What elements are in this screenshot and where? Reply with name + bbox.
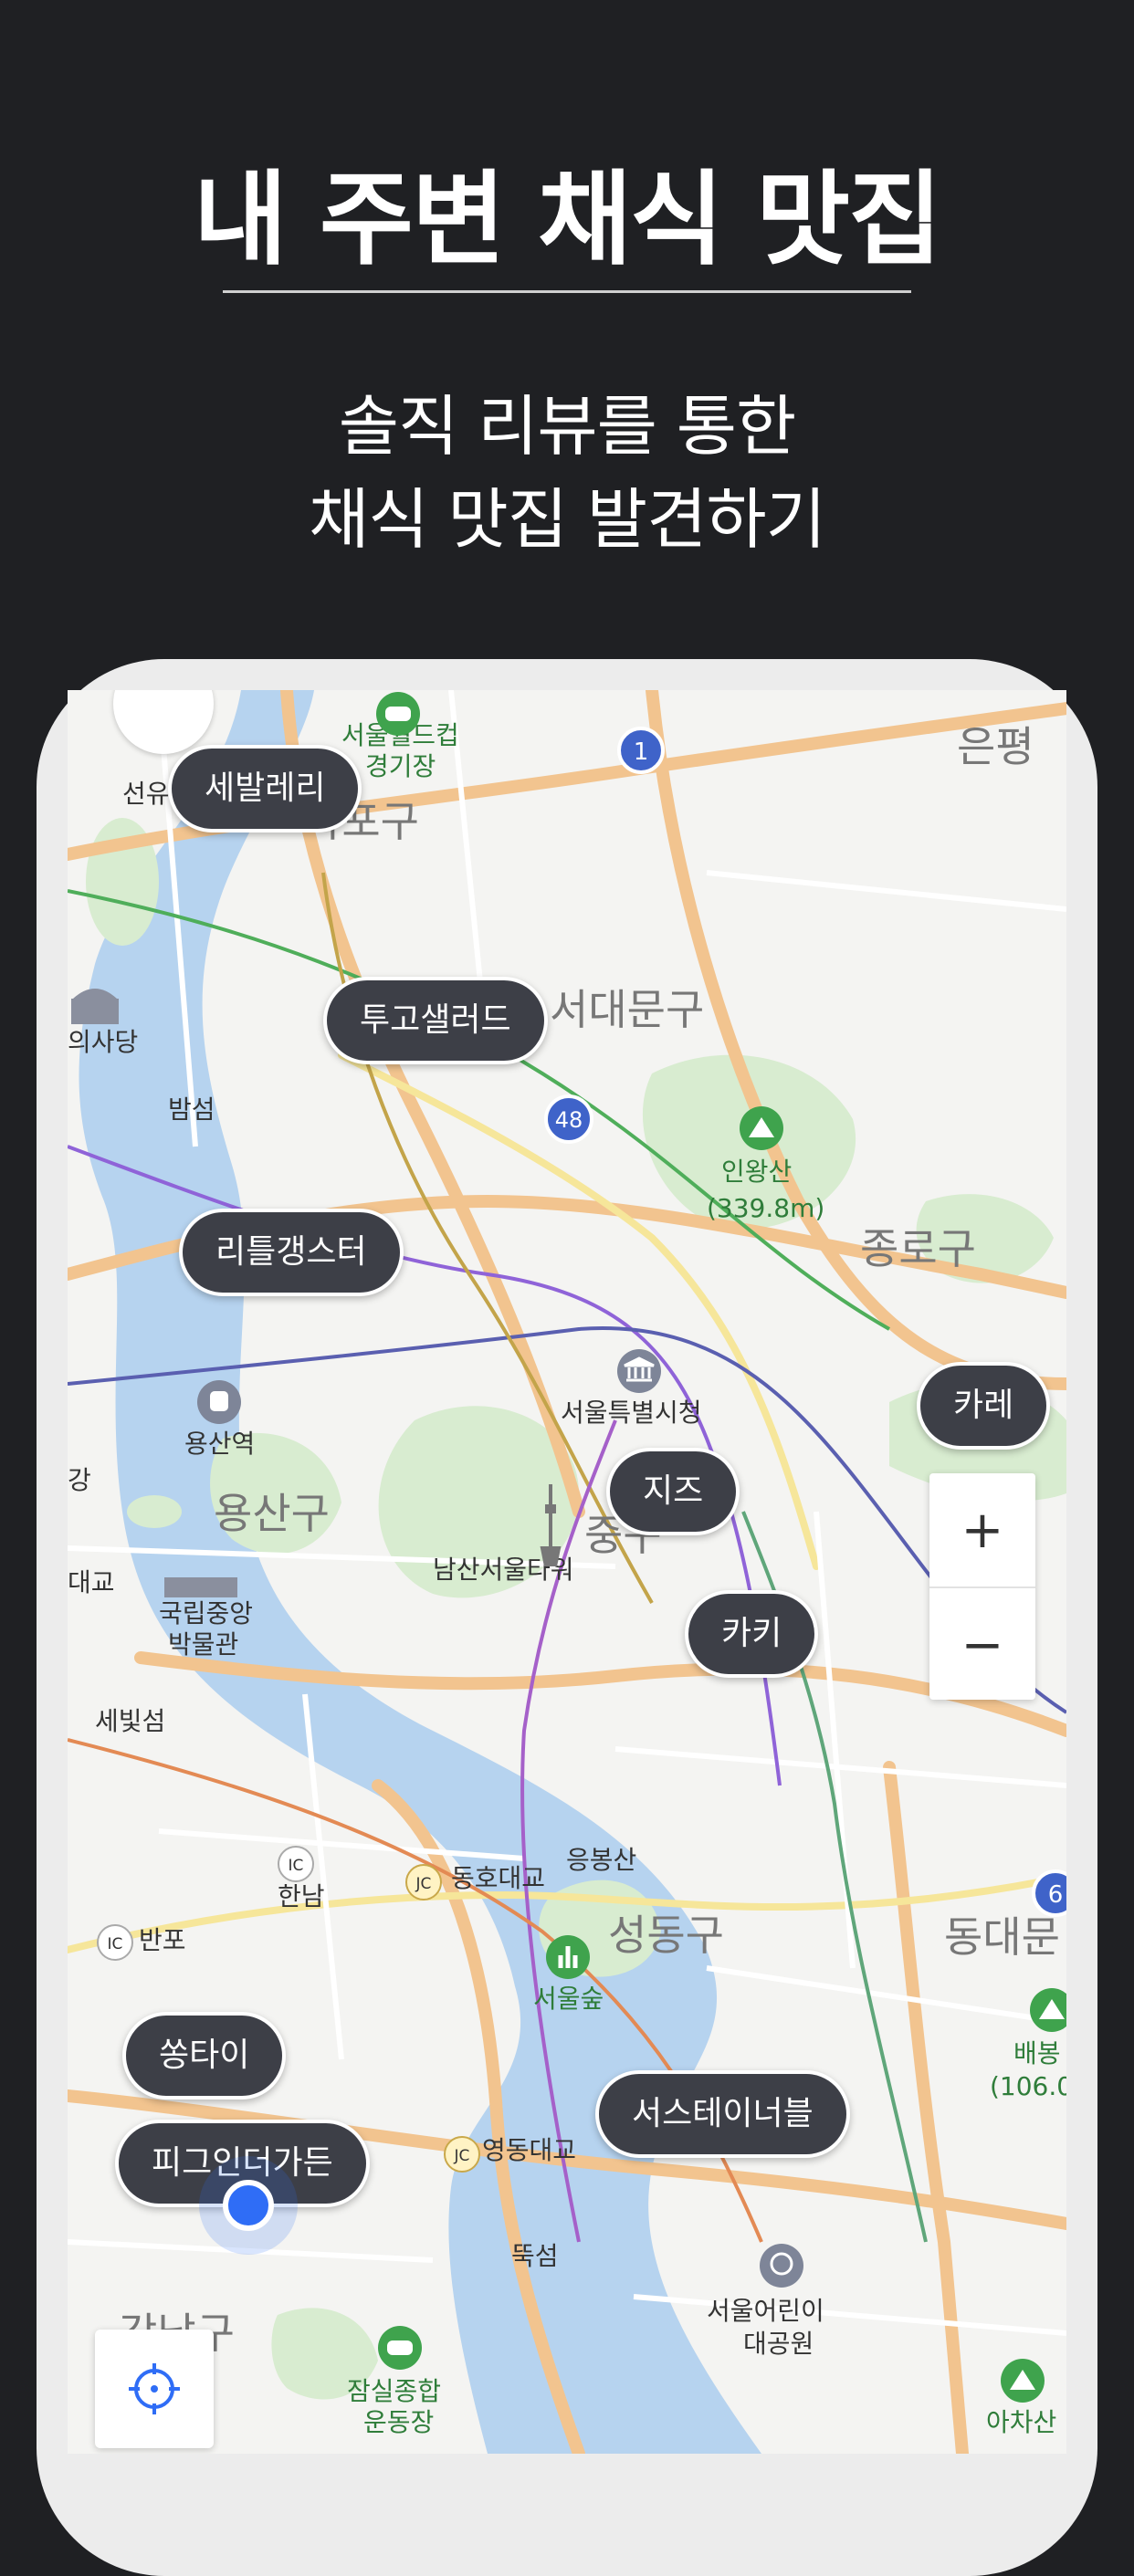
promo-subtitle-line2: 채식 맛집 발견하기 <box>309 481 826 558</box>
train-station-icon <box>197 1380 241 1424</box>
svg-text:6: 6 <box>1048 1881 1064 1909</box>
place-label: 한남 <box>278 1881 325 1911</box>
zoom-in-button[interactable]: + <box>929 1473 1035 1586</box>
park-icon <box>546 1935 590 1979</box>
building-icon <box>71 989 119 1024</box>
place-label: 잠실종합 <box>347 2376 442 2406</box>
place-label: 박물관 <box>168 1629 239 1660</box>
restaurant-pin[interactable]: 리틀갱스터 <box>179 1209 404 1296</box>
place-label: 밤섬 <box>168 1094 215 1125</box>
museum-icon <box>164 1577 237 1597</box>
mountain-icon <box>740 1106 783 1150</box>
stadium-icon <box>376 692 420 736</box>
district-label: 서대문구 <box>550 985 705 1034</box>
place-label: 운동장 <box>363 2407 435 2437</box>
promo-subtitle-line1: 솔직 리뷰를 통한 <box>338 388 796 465</box>
svg-text:JC: JC <box>454 2147 470 2165</box>
place-label: 서울숲 <box>533 1984 604 2014</box>
place-label: 의사당 <box>68 1027 139 1057</box>
crosshair-icon <box>129 2363 180 2414</box>
interchange-icon: JC <box>444 2136 480 2173</box>
restaurant-pin[interactable]: 지즈 <box>606 1448 740 1535</box>
locate-me-button[interactable] <box>95 2330 214 2448</box>
interchange-icon: JC <box>405 1864 442 1901</box>
amusement-park-icon <box>760 2244 803 2288</box>
place-label: 세빛섬 <box>95 1706 166 1736</box>
place-label: (106.0 <box>990 2071 1066 2101</box>
title-divider <box>223 290 911 293</box>
place-label: 동호대교 <box>451 1863 546 1893</box>
restaurant-pin[interactable]: 투고샐러드 <box>323 977 548 1064</box>
place-label: 대교 <box>68 1567 115 1597</box>
place-label: 영동대교 <box>482 2135 577 2165</box>
district-label: 종로구 <box>860 1224 976 1273</box>
road-badge-icon: 48 <box>544 1094 593 1144</box>
place-label: (339.8m) <box>707 1193 825 1223</box>
place-label: 반포 <box>139 1925 186 1955</box>
map-view[interactable]: 서대문구 종로구 용산구 중구 성동구 강남구 동대문 은평 마포구 서울월드컵… <box>68 690 1066 2454</box>
place-label: 배봉 <box>1013 2038 1061 2068</box>
mountain-icon <box>1001 2359 1045 2403</box>
zoom-out-button[interactable]: − <box>929 1586 1035 1702</box>
place-label: 대공원 <box>743 2329 814 2359</box>
promo-title: 내 주변 채식 맛집 <box>193 161 942 279</box>
restaurant-pin[interactable]: 카키 <box>685 1590 819 1678</box>
interchange-icon: IC <box>278 1846 314 1882</box>
stadium-icon <box>378 2326 422 2370</box>
tower-icon <box>540 1484 562 1566</box>
place-label: 선유 <box>122 779 170 809</box>
district-label: 은평 <box>957 722 1034 771</box>
interchange-icon: IC <box>97 1924 133 1961</box>
place-label: 경기장 <box>365 751 436 781</box>
place-label: 국립중앙 <box>159 1598 254 1628</box>
restaurant-pin[interactable]: 카레 <box>917 1362 1051 1450</box>
svg-text:1: 1 <box>634 738 649 766</box>
svg-text:JC: JC <box>415 1875 432 1893</box>
road-badge-icon: 1 <box>617 727 665 774</box>
svg-text:IC: IC <box>108 1935 123 1953</box>
current-location-dot <box>223 2180 274 2231</box>
svg-text:48: 48 <box>555 1107 583 1133</box>
place-label: 강 <box>68 1465 91 1495</box>
restaurant-pin[interactable]: 쏭타이 <box>122 2012 287 2100</box>
place-label: 서울특별시청 <box>561 1398 702 1428</box>
place-label: 아차산 <box>986 2407 1057 2437</box>
city-hall-icon <box>617 1349 661 1393</box>
svg-text:IC: IC <box>289 1857 304 1875</box>
district-label: 성동구 <box>608 1911 724 1960</box>
zoom-controls: + − <box>929 1473 1035 1700</box>
district-label: 동대문 <box>944 1912 1060 1962</box>
place-label: 인왕산 <box>721 1157 793 1187</box>
road-badge-icon: 6 <box>1032 1869 1066 1917</box>
restaurant-pin[interactable]: 서스테이너블 <box>595 2070 850 2158</box>
mountain-icon <box>1030 1988 1066 2032</box>
place-label: 뚝섬 <box>511 2241 559 2271</box>
place-label: 응봉산 <box>566 1845 637 1875</box>
place-label: 용산역 <box>184 1429 256 1459</box>
place-label: 서울어린이 <box>707 2296 824 2326</box>
restaurant-pin[interactable]: 세발레리 <box>168 745 362 832</box>
district-label: 용산구 <box>214 1489 330 1538</box>
